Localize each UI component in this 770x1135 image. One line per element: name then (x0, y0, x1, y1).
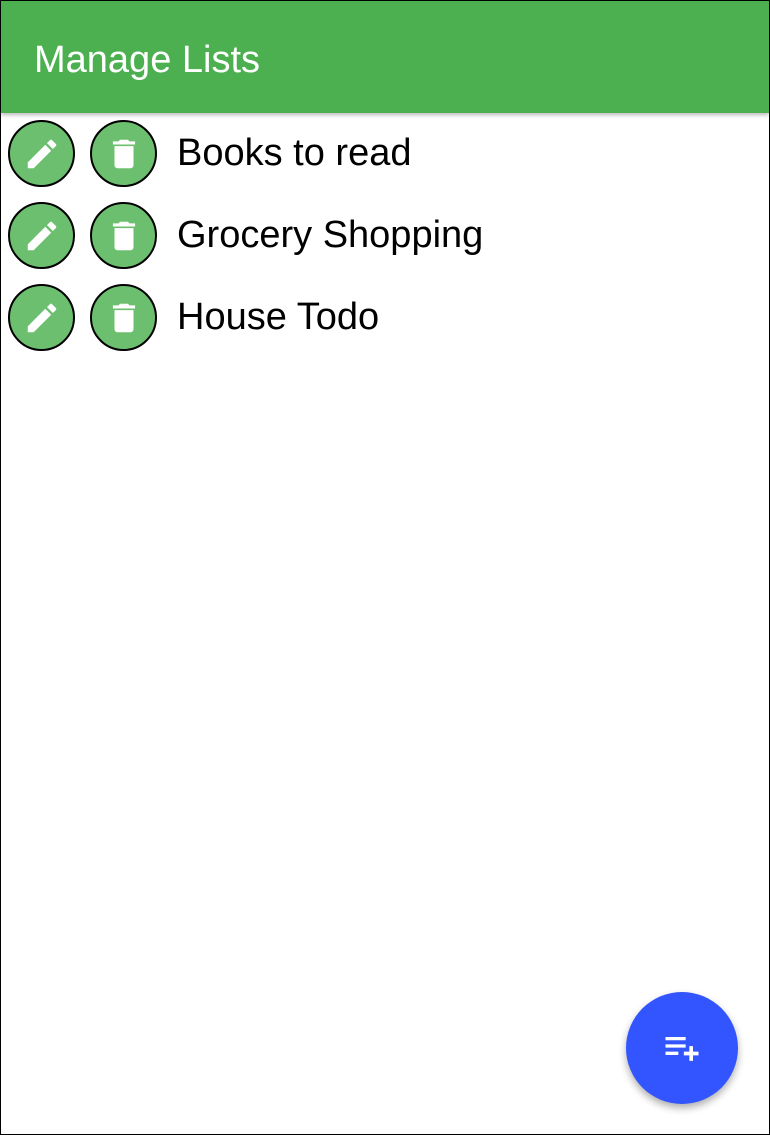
list-name[interactable]: Grocery Shopping (177, 212, 483, 258)
edit-list-button[interactable] (8, 284, 75, 351)
delete-list-button[interactable] (90, 284, 157, 351)
edit-list-button[interactable] (8, 202, 75, 269)
list-name[interactable]: Books to read (177, 130, 411, 176)
add-list-fab-button[interactable] (626, 992, 738, 1104)
pencil-icon (27, 303, 56, 332)
app-screen: Manage Lists Books to read Grocery Shopp… (0, 0, 770, 1135)
pencil-icon (27, 221, 56, 250)
list-name[interactable]: House Todo (177, 294, 379, 340)
lists-list: Books to read Grocery Shopping House Tod… (1, 120, 769, 366)
app-bar: Manage Lists (1, 1, 769, 113)
delete-list-button[interactable] (90, 120, 157, 187)
trash-icon (112, 221, 135, 250)
list-item: Grocery Shopping (1, 202, 769, 284)
edit-list-button[interactable] (8, 120, 75, 187)
playlist-add-icon (665, 1037, 699, 1061)
pencil-icon (27, 139, 56, 168)
list-item: Books to read (1, 120, 769, 202)
trash-icon (112, 139, 135, 168)
delete-list-button[interactable] (90, 202, 157, 269)
page-title: Manage Lists (34, 39, 261, 81)
trash-icon (112, 303, 135, 332)
list-item: House Todo (1, 284, 769, 366)
